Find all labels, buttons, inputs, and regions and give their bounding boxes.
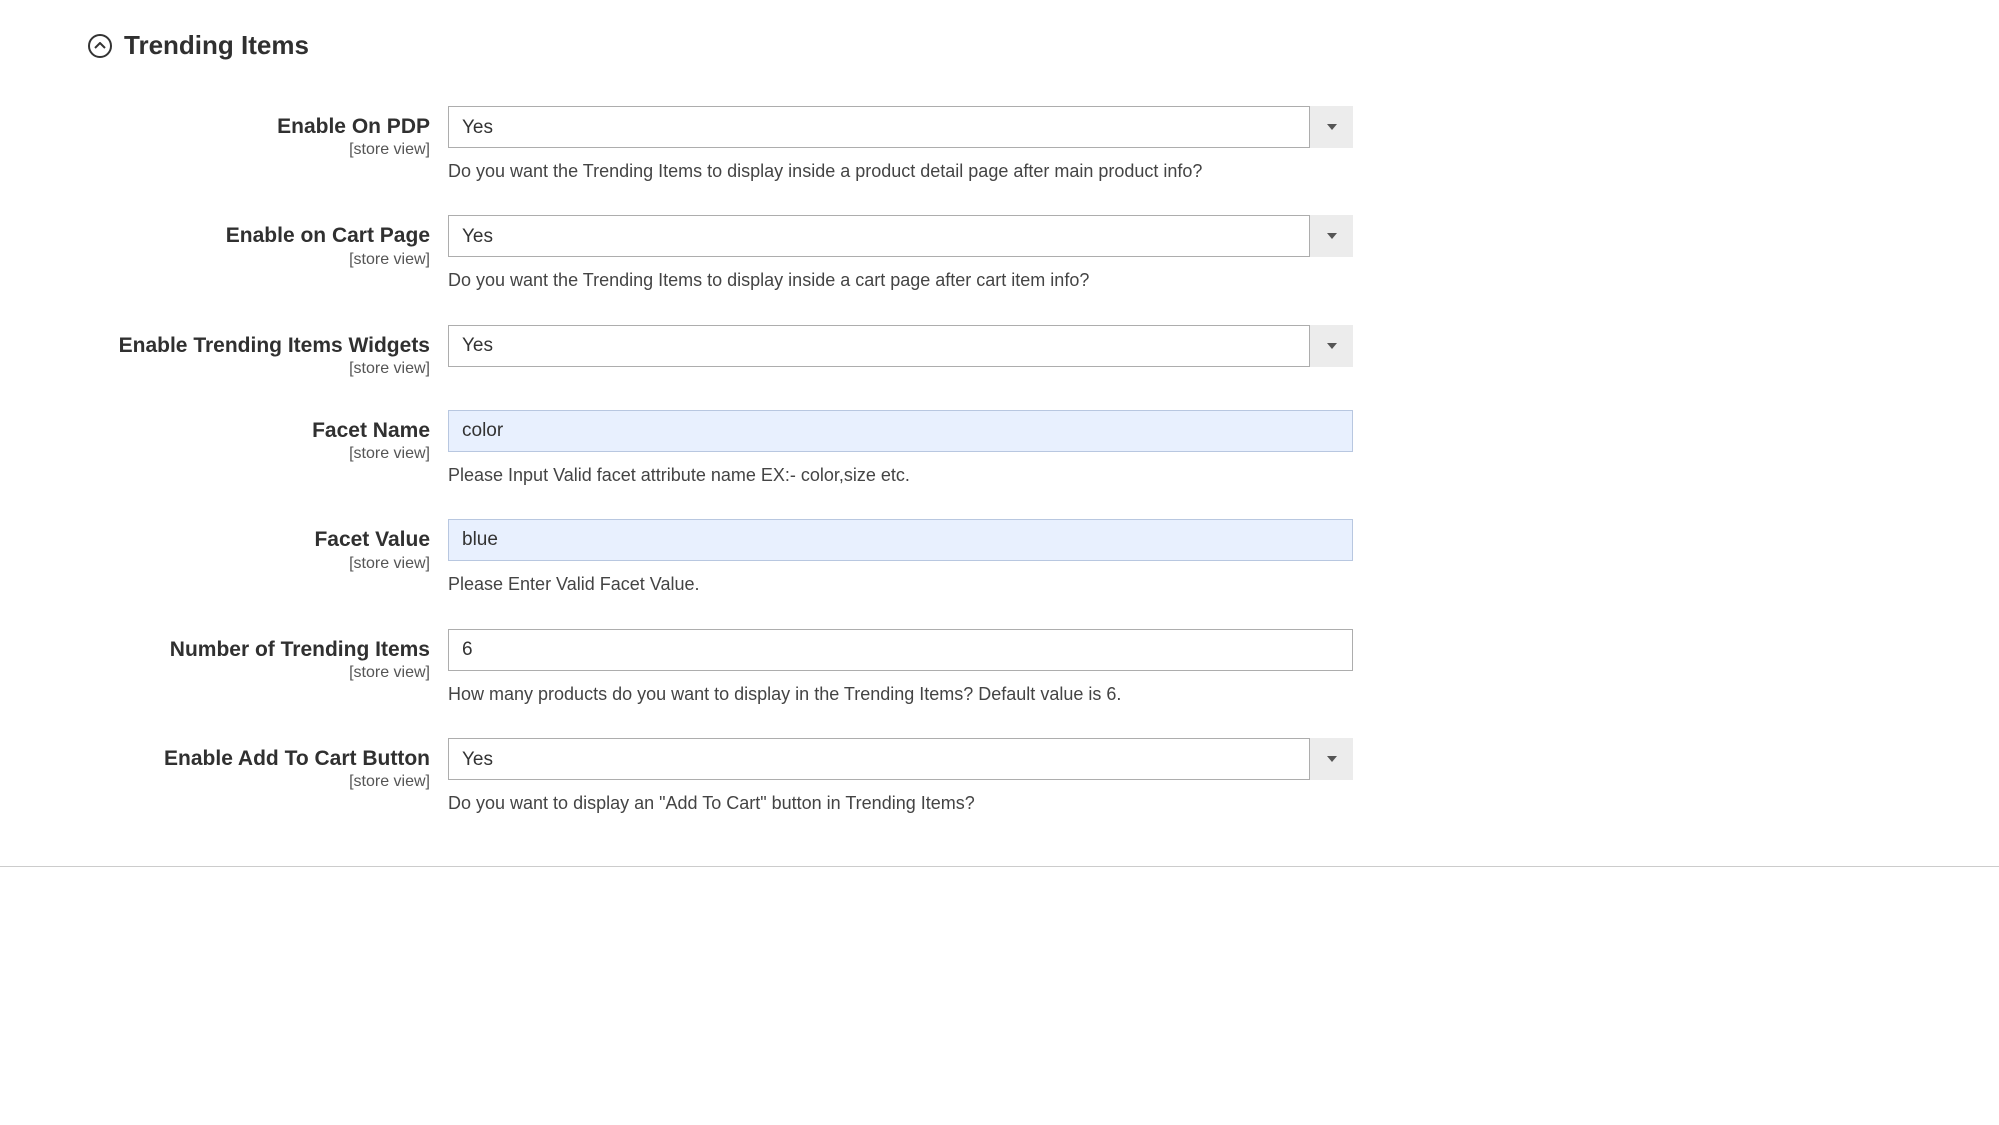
enable-pdp-select[interactable]: Yes — [448, 106, 1353, 148]
field-row-num-items: Number of Trending Items [store view] Ho… — [0, 629, 1999, 706]
input-col: Yes — [448, 325, 1353, 378]
help-text: Please Input Valid facet attribute name … — [448, 464, 1353, 487]
field-scope: [store view] — [88, 555, 430, 573]
field-scope: [store view] — [88, 251, 430, 269]
field-row-enable-pdp: Enable On PDP [store view] Yes Do you wa… — [0, 106, 1999, 183]
label-col: Enable On PDP [store view] — [88, 106, 448, 183]
field-row-facet-value: Facet Value [store view] Please Enter Va… — [0, 519, 1999, 596]
num-items-input[interactable] — [448, 629, 1353, 671]
field-scope: [store view] — [88, 773, 430, 791]
field-label: Number of Trending Items — [88, 637, 430, 662]
facet-value-input[interactable] — [448, 519, 1353, 561]
field-label: Facet Value — [88, 527, 430, 552]
field-row-facet-name: Facet Name [store view] Please Input Val… — [0, 410, 1999, 487]
select-wrapper: Yes — [448, 325, 1353, 367]
enable-add-to-cart-select[interactable]: Yes — [448, 738, 1353, 780]
input-col: Please Enter Valid Facet Value. — [448, 519, 1353, 596]
field-scope: [store view] — [88, 664, 430, 682]
input-col: Please Input Valid facet attribute name … — [448, 410, 1353, 487]
section-divider — [0, 866, 1999, 867]
field-label: Enable Trending Items Widgets — [88, 333, 430, 358]
label-col: Facet Value [store view] — [88, 519, 448, 596]
select-wrapper: Yes — [448, 215, 1353, 257]
field-label: Enable on Cart Page — [88, 223, 430, 248]
field-scope: [store view] — [88, 360, 430, 378]
help-text: Do you want the Trending Items to displa… — [448, 160, 1353, 183]
help-text: How many products do you want to display… — [448, 683, 1353, 706]
field-scope: [store view] — [88, 141, 430, 159]
field-row-enable-add-to-cart: Enable Add To Cart Button [store view] Y… — [0, 738, 1999, 815]
enable-cart-select[interactable]: Yes — [448, 215, 1353, 257]
field-label: Enable Add To Cart Button — [88, 746, 430, 771]
label-col: Enable on Cart Page [store view] — [88, 215, 448, 292]
field-row-enable-cart: Enable on Cart Page [store view] Yes Do … — [0, 215, 1999, 292]
input-col: Yes Do you want to display an "Add To Ca… — [448, 738, 1353, 815]
help-text: Please Enter Valid Facet Value. — [448, 573, 1353, 596]
label-col: Enable Add To Cart Button [store view] — [88, 738, 448, 815]
chevron-up-icon — [94, 42, 106, 50]
help-text: Do you want to display an "Add To Cart" … — [448, 792, 1353, 815]
input-col: How many products do you want to display… — [448, 629, 1353, 706]
section-title: Trending Items — [124, 30, 309, 61]
section-header[interactable]: Trending Items — [0, 20, 1999, 71]
help-text: Do you want the Trending Items to displa… — [448, 269, 1353, 292]
label-col: Number of Trending Items [store view] — [88, 629, 448, 706]
label-col: Facet Name [store view] — [88, 410, 448, 487]
field-scope: [store view] — [88, 445, 430, 463]
enable-widgets-select[interactable]: Yes — [448, 325, 1353, 367]
select-wrapper: Yes — [448, 106, 1353, 148]
label-col: Enable Trending Items Widgets [store vie… — [88, 325, 448, 378]
field-row-enable-widgets: Enable Trending Items Widgets [store vie… — [0, 325, 1999, 378]
collapse-toggle-icon[interactable] — [88, 34, 112, 58]
input-col: Yes Do you want the Trending Items to di… — [448, 215, 1353, 292]
select-wrapper: Yes — [448, 738, 1353, 780]
facet-name-input[interactable] — [448, 410, 1353, 452]
input-col: Yes Do you want the Trending Items to di… — [448, 106, 1353, 183]
field-label: Facet Name — [88, 418, 430, 443]
field-label: Enable On PDP — [88, 114, 430, 139]
